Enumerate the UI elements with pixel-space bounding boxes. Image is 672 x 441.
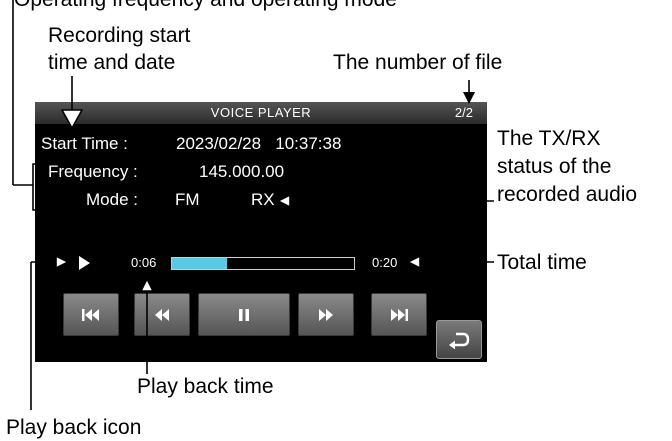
pause-button[interactable]: [198, 293, 290, 336]
pause-icon: [239, 308, 249, 321]
callout-recording-start-line1: Recording start: [48, 24, 191, 47]
mode-label: Mode :: [86, 190, 138, 209]
total-time: 0:20: [372, 255, 398, 270]
title-bar: VOICE PLAYER 2/2: [35, 102, 487, 124]
callout-txrx-line3: recorded audio: [497, 183, 638, 206]
skip-next-icon: [391, 308, 408, 321]
callout-play-back-time: Play back time: [137, 375, 274, 398]
start-time-value: 2023/02/28 10:37:38: [176, 134, 342, 153]
callout-operating-frequency-mode: Operating frequency and operating mode: [14, 0, 397, 13]
callout-txrx-line2: status of the: [497, 155, 612, 178]
callout-txrx-line1: The TX/RX: [497, 127, 601, 150]
rewind-icon: [155, 308, 169, 321]
rewind-button[interactable]: [134, 293, 190, 336]
progress-bar[interactable]: [171, 257, 355, 270]
voice-player-screen: VOICE PLAYER 2/2 Start Time : 2023/02/28…: [35, 102, 487, 362]
screen-title: VOICE PLAYER: [210, 105, 312, 120]
file-count: 2/2: [454, 105, 473, 120]
start-time-label: Start Time :: [41, 134, 128, 153]
frequency-value: 145.000.00: [199, 162, 285, 181]
txrx-status: RX: [251, 190, 275, 209]
callout-recording-start-line2: time and date: [48, 51, 176, 74]
skip-previous-button[interactable]: [63, 293, 119, 336]
frequency-label: Frequency :: [48, 162, 138, 181]
fast-forward-button[interactable]: [298, 293, 354, 336]
progress-bar-fill: [172, 258, 227, 269]
skip-previous-icon: [82, 308, 99, 321]
fast-forward-icon: [319, 308, 333, 321]
callout-play-back-icon: Play back icon: [6, 416, 142, 439]
play-back-icon: [79, 256, 90, 270]
return-button[interactable]: [436, 320, 482, 359]
callout-file-number: The number of file: [333, 51, 503, 74]
mode-value: FM: [175, 190, 200, 209]
elapsed-time: 0:06: [131, 255, 157, 270]
return-icon: [449, 332, 470, 349]
callout-total-time: Total time: [497, 251, 587, 274]
skip-next-button[interactable]: [371, 293, 427, 336]
